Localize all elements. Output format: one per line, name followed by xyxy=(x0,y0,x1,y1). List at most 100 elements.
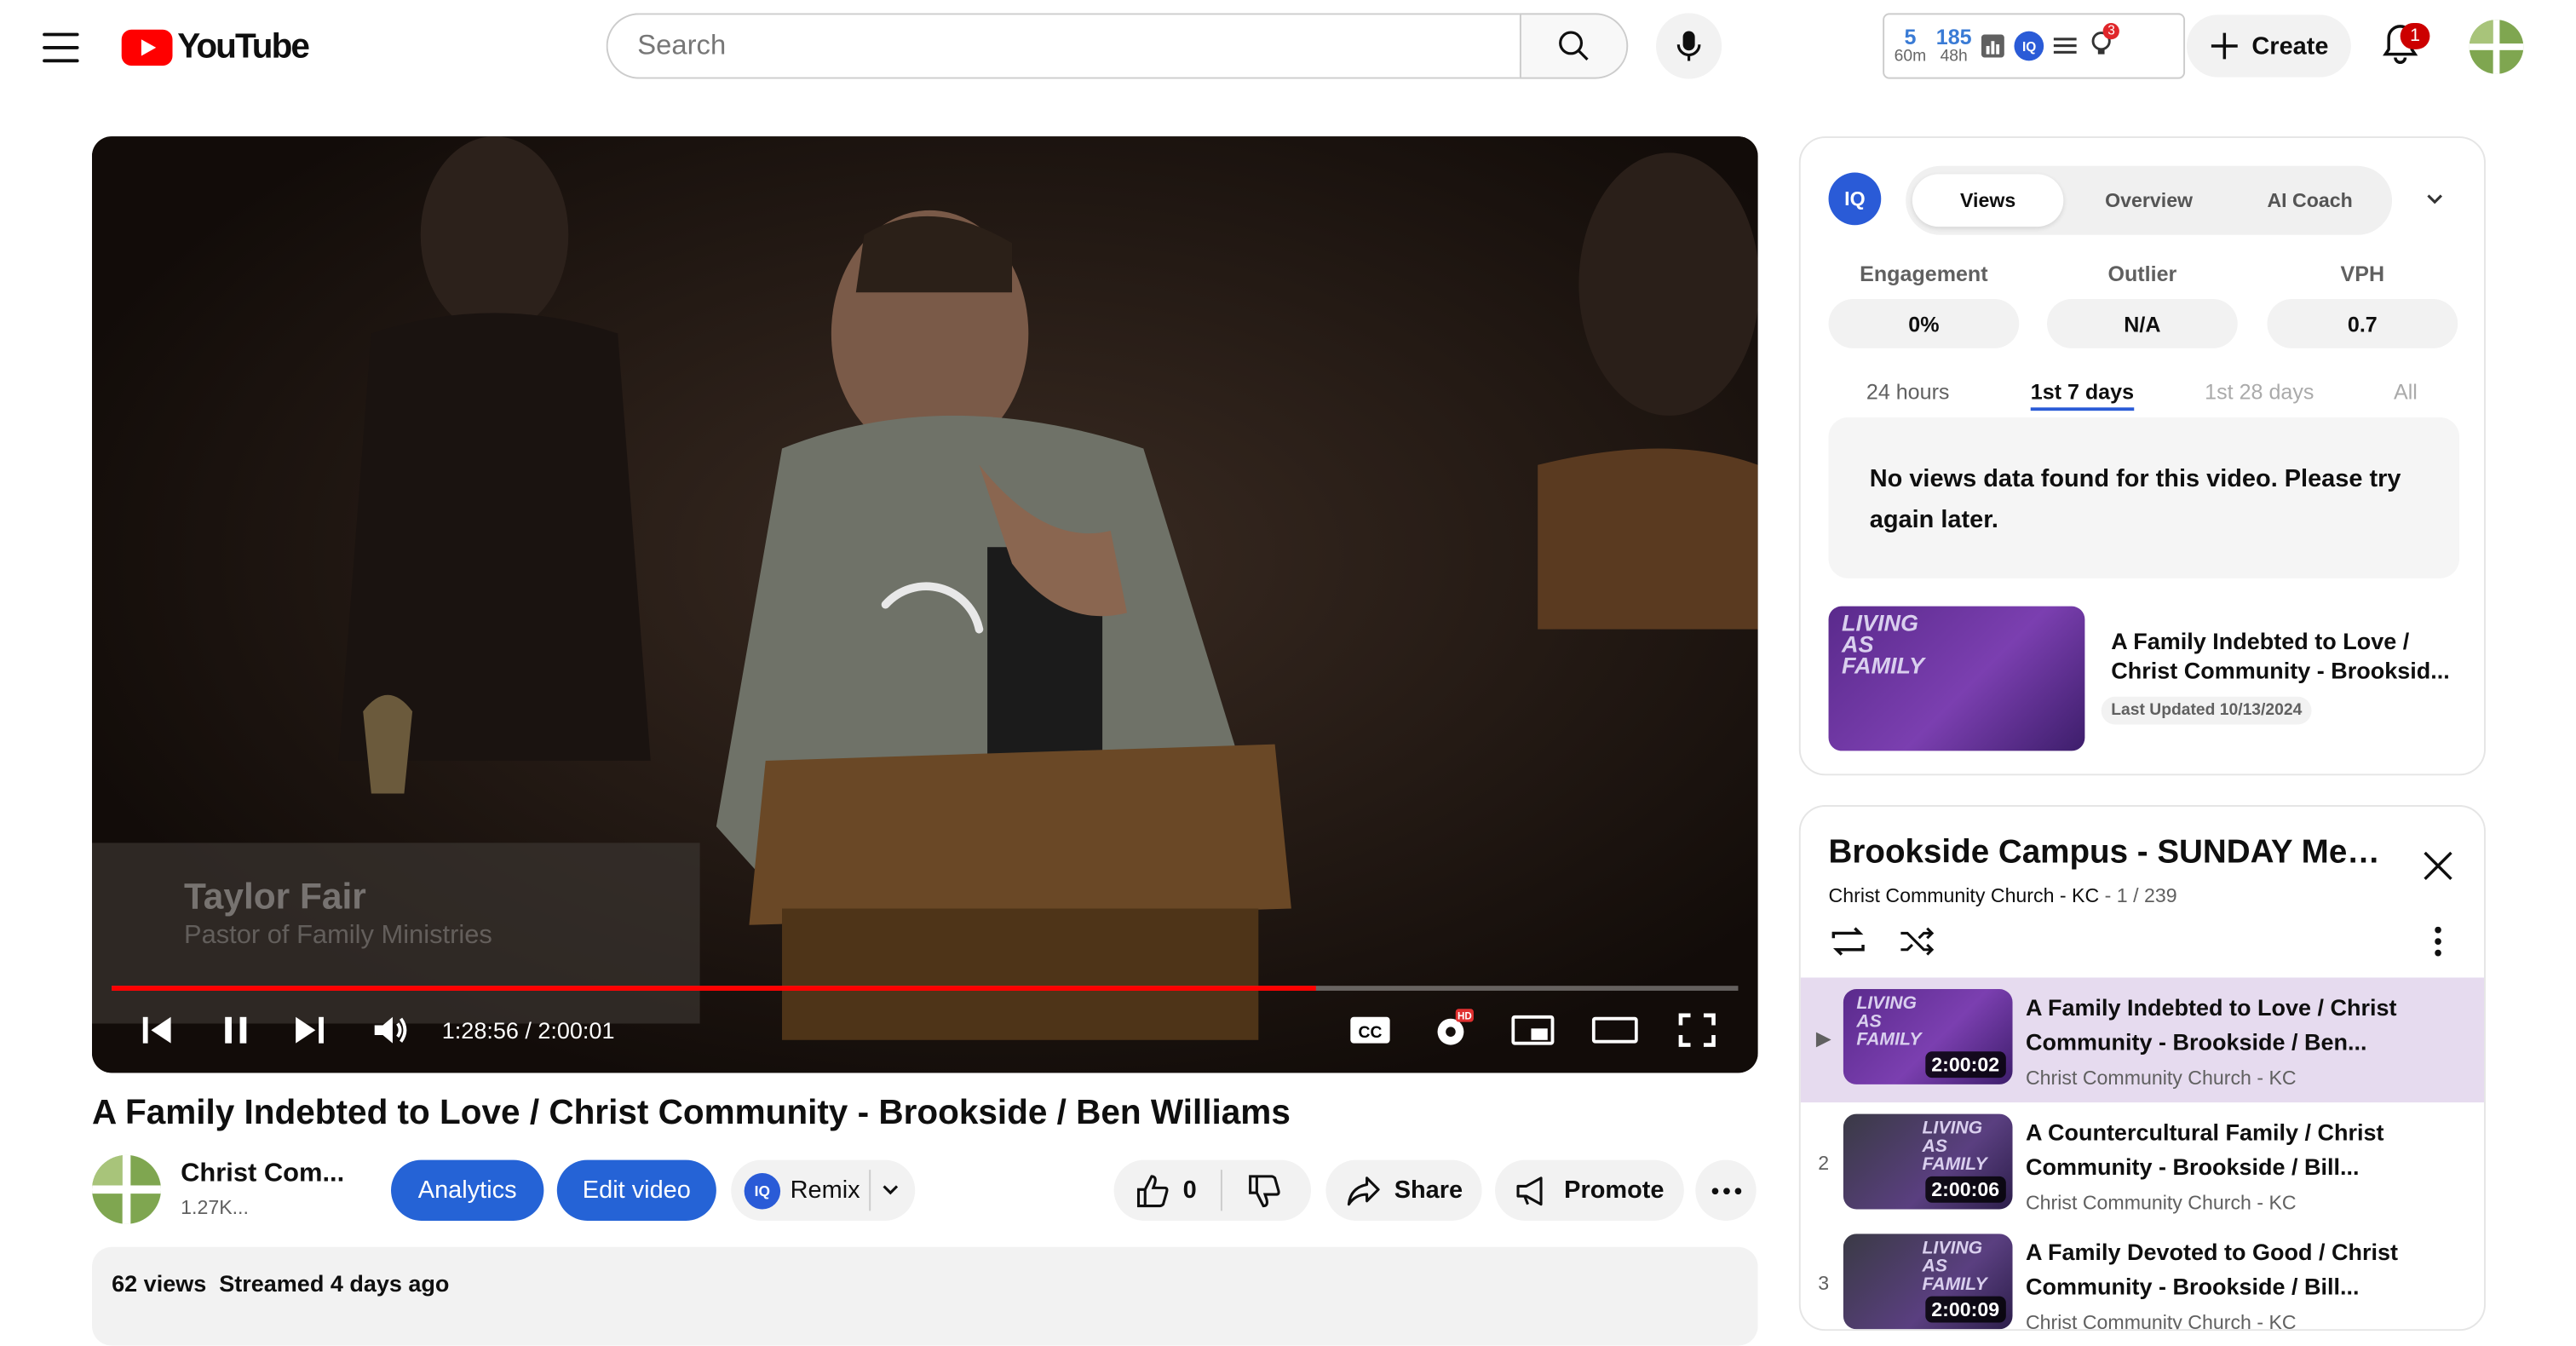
shuffle-icon[interactable] xyxy=(1898,925,1937,958)
stat-48h-label: 48h xyxy=(1940,47,1968,66)
vidiq-card-updated: Last Updated 10/13/2024 xyxy=(2101,696,2312,725)
vidiq-logo-icon: IQ xyxy=(1828,172,1882,226)
cross-logo-icon xyxy=(2469,20,2524,74)
playlist-item[interactable]: ▶ LIVING AS FAMILY 2:00:02 A Family Inde… xyxy=(1800,977,2485,1103)
progress-played xyxy=(112,986,1316,991)
metric-vph-value: 0.7 xyxy=(2267,299,2458,348)
playlist-item-duration: 2:00:06 xyxy=(1924,1176,2006,1203)
playlist-channel[interactable]: Christ Community Church - KC xyxy=(1829,884,2100,907)
edit-video-button[interactable]: Edit video xyxy=(556,1159,716,1221)
remix-button[interactable]: IQ Remix xyxy=(731,1159,916,1221)
pause-icon[interactable] xyxy=(219,1012,255,1048)
notifications-badge: 1 xyxy=(2400,23,2430,49)
previous-icon[interactable] xyxy=(140,1012,175,1048)
voice-search-button[interactable] xyxy=(1656,13,1722,79)
description-box[interactable]: 62 views Streamed 4 days ago xyxy=(92,1246,1758,1346)
stat-60m-value: 5 xyxy=(1904,24,1917,49)
time-display: 1:28:56 / 2:00:01 xyxy=(441,1016,615,1044)
search-button[interactable] xyxy=(1519,13,1629,79)
account-avatar[interactable] xyxy=(2469,20,2524,74)
tab-overview[interactable]: Overview xyxy=(2073,174,2224,227)
vidiq-panel: IQ Views Overview AI Coach Engagement Ou… xyxy=(1798,136,2486,776)
vidiq-card-title[interactable]: A Family Indebted to Love / Christ Commu… xyxy=(2111,626,2464,685)
share-icon xyxy=(1347,1176,1379,1205)
megaphone-icon xyxy=(1516,1176,1543,1205)
playlist-position: 1 / 239 xyxy=(2116,883,2177,907)
progress-bar[interactable] xyxy=(112,986,1739,991)
bar-chart-icon[interactable] xyxy=(1981,34,2005,58)
remix-icon: IQ xyxy=(744,1172,781,1209)
range-24-hours[interactable]: 24 hours xyxy=(1866,380,1950,405)
create-button[interactable]: Create xyxy=(2186,14,2351,78)
playlist-item-title: A Family Devoted to Good / Christ Commun… xyxy=(2025,1239,2399,1300)
thumbs-up-icon[interactable] xyxy=(1134,1172,1170,1208)
metric-engagement-value: 0% xyxy=(1828,299,2020,348)
range-1st-28-days[interactable]: 1st 28 days xyxy=(2205,380,2314,405)
playlist-item-title: A Countercultural Family / Christ Commun… xyxy=(2025,1119,2384,1180)
close-icon[interactable] xyxy=(2422,849,2455,883)
playlist-thumb-text: LIVING AS FAMILY xyxy=(1922,1119,1987,1175)
playlist-item-index: ▶ xyxy=(1815,1027,1831,1050)
metric-outlier-value: N/A xyxy=(2047,299,2238,348)
youtube-logo[interactable]: YouTube xyxy=(121,28,310,67)
tab-ai-coach[interactable]: AI Coach xyxy=(2234,174,2385,227)
svg-text:HD: HD xyxy=(1458,1012,1472,1022)
playlist-item-duration: 2:00:09 xyxy=(1924,1296,2006,1323)
thumbs-down-icon[interactable] xyxy=(1245,1173,1281,1209)
fullscreen-icon[interactable] xyxy=(1677,1012,1716,1048)
realtime-stat-48h[interactable]: 185 48h xyxy=(1936,26,1972,66)
more-vertical-icon[interactable] xyxy=(2435,926,2441,957)
volume-icon[interactable] xyxy=(371,1012,411,1048)
next-icon[interactable] xyxy=(290,1012,326,1048)
search-field[interactable] xyxy=(606,13,1520,79)
video-title: A Family Indebted to Love / Christ Commu… xyxy=(92,1094,1291,1132)
svg-text:CC: CC xyxy=(1359,1024,1383,1042)
playlist-item-duration: 2:00:02 xyxy=(1924,1051,2006,1079)
closed-captions-icon[interactable]: CC xyxy=(1348,1014,1391,1047)
channel-name[interactable]: Christ Com... xyxy=(181,1160,344,1190)
playlist-item[interactable]: 2 LIVING AS FAMILY 2:00:06 A Countercult… xyxy=(1801,1102,2484,1228)
view-stats: 62 views Streamed 4 days ago xyxy=(112,1270,449,1297)
analytics-button[interactable]: Analytics xyxy=(391,1159,544,1221)
search-input[interactable] xyxy=(634,27,1520,65)
thumbnail-text: LIVING AS FAMILY xyxy=(1841,609,1924,679)
metric-vph-label: VPH xyxy=(2340,261,2385,286)
channel-avatar[interactable] xyxy=(92,1154,162,1224)
panel-collapse-chevron-icon[interactable] xyxy=(2425,193,2445,205)
playlist-thumb-text: LIVING AS FAMILY xyxy=(1922,1239,1987,1295)
loop-icon[interactable] xyxy=(1829,925,1868,958)
lower-third-role: Pastor of Family Ministries xyxy=(184,921,492,950)
edit-video-label: Edit video xyxy=(582,1176,691,1205)
more-actions-button[interactable] xyxy=(1695,1159,1757,1221)
theater-mode-icon[interactable] xyxy=(1591,1014,1638,1047)
chevron-down-icon[interactable] xyxy=(883,1183,899,1196)
range-1st-7-days[interactable]: 1st 7 days xyxy=(2030,380,2135,411)
no-data-message-box: No views data found for this video. Plea… xyxy=(1828,417,2460,578)
playlist-item-thumbnail: LIVING AS FAMILY 2:00:02 xyxy=(1843,989,2013,1084)
promote-button[interactable]: Promote xyxy=(1495,1159,1684,1221)
like-dislike-group: 0 xyxy=(1113,1159,1312,1221)
stat-60m-label: 60m xyxy=(1894,47,1927,66)
playlist-item-thumbnail: LIVING AS FAMILY 2:00:09 xyxy=(1843,1234,2013,1330)
lightbulb-button[interactable]: 3 xyxy=(2087,22,2120,65)
miniplayer-icon[interactable] xyxy=(1511,1014,1555,1047)
microphone-icon xyxy=(1676,31,1701,61)
tab-views[interactable]: Views xyxy=(1912,174,2064,227)
create-label: Create xyxy=(2251,32,2329,60)
playlist-title[interactable]: Brookside Campus - SUNDAY Messa... xyxy=(1829,835,2388,872)
playlist-item[interactable]: 3 LIVING AS FAMILY 2:00:09 A Family Devo… xyxy=(1801,1222,2484,1330)
range-all[interactable]: All xyxy=(2394,380,2418,405)
vidiq-video-thumbnail[interactable]: LIVING AS FAMILY xyxy=(1828,606,2085,751)
vidiq-icon[interactable]: IQ xyxy=(2014,31,2044,61)
video-player[interactable]: Taylor Fair Pastor of Family Ministries … xyxy=(92,136,1758,1073)
playlist-item-title: A Family Indebted to Love / Christ Commu… xyxy=(2025,993,2397,1056)
playlist-item-channel: Christ Community Church - KC xyxy=(2025,1191,2297,1215)
realtime-stat-60m[interactable]: 5 60m xyxy=(1895,26,1927,66)
list-icon[interactable] xyxy=(2054,36,2078,55)
menu-icon[interactable] xyxy=(43,30,79,66)
share-button[interactable]: Share xyxy=(1325,1159,1482,1221)
settings-gear-icon[interactable]: HD xyxy=(1431,1009,1474,1051)
playlist-item-index: 3 xyxy=(1818,1271,1830,1295)
playlist-item-thumbnail: LIVING AS FAMILY 2:00:06 xyxy=(1843,1113,2013,1210)
metric-engagement-label: Engagement xyxy=(1860,261,1988,286)
